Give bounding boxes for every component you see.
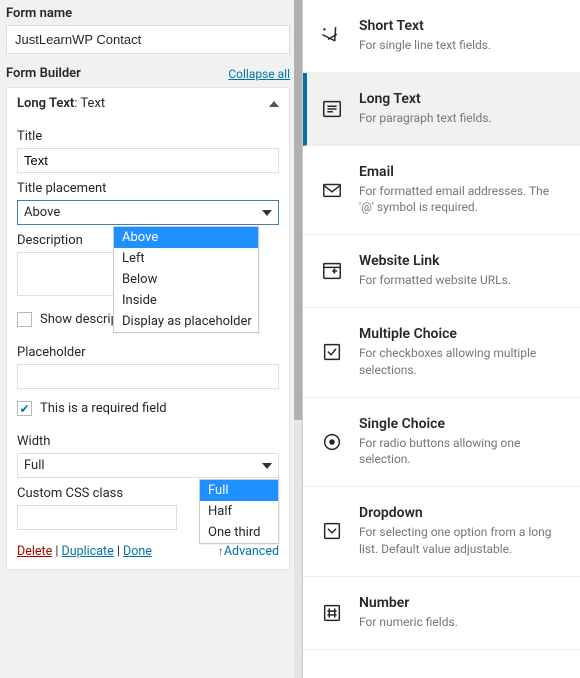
title-placement-dropdown: Above Left Below Inside Display as place…: [113, 226, 259, 333]
width-select[interactable]: Full: [17, 453, 279, 478]
title-placement-select[interactable]: Above: [17, 200, 279, 225]
field-type-desc: For formatted email addresses. The '@' s…: [359, 183, 566, 217]
radio-icon: [321, 431, 343, 453]
card-actions: Delete | Duplicate | Done: [17, 544, 152, 559]
required-checkbox[interactable]: ✔: [17, 401, 32, 416]
field-type-desc: For radio buttons allowing one selection…: [359, 435, 566, 469]
width-option-half[interactable]: Half: [200, 501, 278, 522]
checkbox-icon: [321, 341, 343, 363]
form-name-input[interactable]: [6, 25, 290, 54]
field-type-title: Multiple Choice: [359, 326, 566, 342]
placeholder-label: Placeholder: [17, 345, 279, 360]
duplicate-link[interactable]: Duplicate: [61, 544, 113, 559]
field-type-title: Number: [359, 595, 566, 611]
field-type-desc: For selecting one option from a long lis…: [359, 524, 566, 558]
field-type-desc: For checkboxes allowing multiple selecti…: [359, 345, 566, 379]
field-type-desc: For formatted website URLs.: [359, 272, 566, 289]
dropdown-icon: [321, 520, 343, 542]
field-types-panel: Short Text For single line text fields. …: [303, 0, 580, 678]
css-class-input[interactable]: [17, 505, 177, 530]
title-input[interactable]: [17, 148, 279, 173]
required-checkbox-label: This is a required field: [40, 401, 167, 416]
collapse-all-link[interactable]: Collapse all: [228, 67, 290, 81]
width-option-full[interactable]: Full: [200, 480, 278, 501]
email-icon: [321, 179, 343, 201]
link-icon: [321, 260, 343, 282]
width-select-value: Full: [24, 458, 45, 473]
left-scrollbar-thumb[interactable]: [294, 0, 302, 420]
field-type-desc: For numeric fields.: [359, 614, 566, 631]
done-link[interactable]: Done: [123, 544, 152, 559]
title-placement-label: Title placement: [17, 181, 279, 196]
field-type-title: Dropdown: [359, 505, 566, 521]
field-type-title: Email: [359, 164, 566, 180]
placement-option-inside[interactable]: Inside: [114, 290, 258, 311]
field-type-desc: For paragraph text fields.: [359, 110, 566, 127]
width-label: Width: [17, 434, 279, 449]
title-placement-value: Above: [24, 205, 60, 220]
placement-option-left[interactable]: Left: [114, 248, 258, 269]
number-icon: [321, 602, 343, 624]
field-type-title: Website Link: [359, 253, 566, 269]
width-option-onethird[interactable]: One third: [200, 522, 278, 543]
delete-link[interactable]: Delete: [17, 544, 52, 559]
field-type-single-choice[interactable]: Single Choice For radio buttons allowing…: [303, 398, 580, 488]
chevron-down-icon: [262, 463, 272, 469]
placement-option-above[interactable]: Above: [114, 227, 258, 248]
title-label: Title: [17, 129, 279, 144]
field-card: Long Text: Text Title Title placement Ab…: [6, 87, 290, 570]
collapse-card-icon[interactable]: [269, 101, 279, 107]
field-card-title: Long Text: Text: [17, 96, 105, 111]
placeholder-input[interactable]: [17, 364, 279, 389]
field-type-title: Single Choice: [359, 416, 566, 432]
field-title-suffix: Text: [80, 96, 105, 111]
form-name-label: Form name: [6, 6, 290, 21]
placement-option-below[interactable]: Below: [114, 269, 258, 290]
field-type-short-text[interactable]: Short Text For single line text fields.: [303, 0, 580, 73]
field-type-desc: For single line text fields.: [359, 37, 566, 54]
field-type-multiple-choice[interactable]: Multiple Choice For checkboxes allowing …: [303, 308, 580, 398]
long-text-icon: [321, 98, 343, 120]
placement-option-placeholder[interactable]: Display as placeholder: [114, 311, 258, 332]
tooltip-checkbox[interactable]: [17, 312, 32, 327]
form-builder-panel: Form name Form Builder Collapse all Long…: [0, 0, 303, 678]
chevron-down-icon: [262, 210, 272, 216]
required-checkbox-row[interactable]: ✔ This is a required field: [17, 401, 279, 416]
field-type-number[interactable]: Number For numeric fields.: [303, 577, 580, 650]
field-type-website[interactable]: Website Link For formatted website URLs.: [303, 235, 580, 308]
form-builder-heading: Form Builder: [6, 66, 81, 81]
field-type-long-text[interactable]: Long Text For paragraph text fields.: [303, 73, 580, 146]
field-type-title: Long Text: [359, 91, 566, 107]
advanced-toggle[interactable]: ↑Advanced: [218, 544, 279, 559]
width-dropdown: Full Half One third: [199, 479, 279, 544]
field-type-label: Long Text: [17, 96, 74, 111]
field-type-title: Short Text: [359, 18, 566, 34]
field-type-dropdown[interactable]: Dropdown For selecting one option from a…: [303, 487, 580, 577]
short-text-icon: [321, 25, 343, 47]
field-type-email[interactable]: Email For formatted email addresses. The…: [303, 146, 580, 236]
left-scrollbar-track[interactable]: [294, 0, 302, 678]
